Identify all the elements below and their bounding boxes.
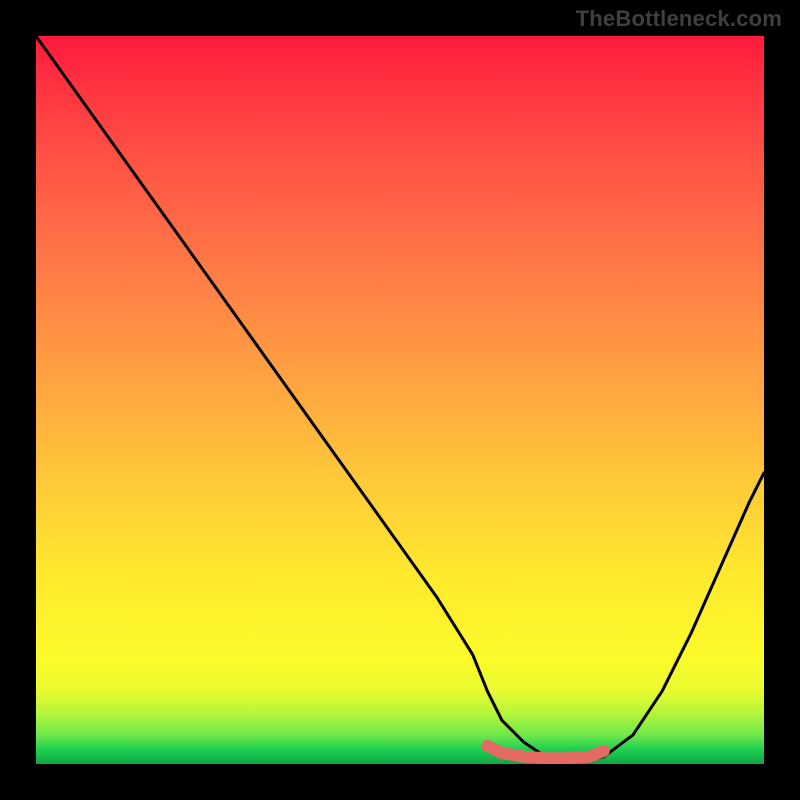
chart-frame: TheBottleneck.com [0,0,800,800]
plot-area [36,36,764,764]
watermark-text: TheBottleneck.com [576,6,782,32]
gradient-background [36,36,764,764]
